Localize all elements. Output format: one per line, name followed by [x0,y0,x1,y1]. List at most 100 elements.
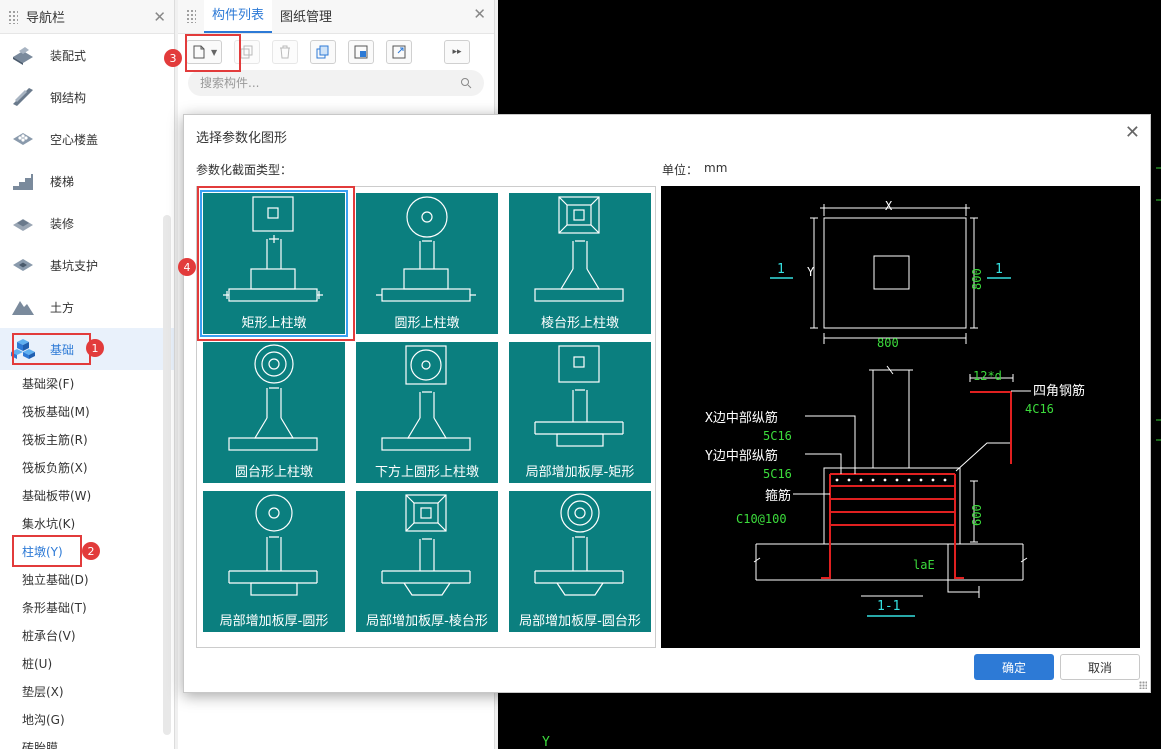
sub-item-strip-footing[interactable]: 条形基础(T) [0,594,174,622]
shape-tile-round-frustum-pier[interactable]: 圆台形上柱墩 [203,342,345,483]
step-badge-3: 3 [164,49,182,67]
shape-caption: 圆形上柱墩 [394,316,460,331]
shape-tile-round-pier[interactable]: 圆形上柱墩 [356,193,498,334]
nav-category-label: 装配式 [50,48,87,63]
section-mark-right: 1 [995,262,1003,277]
nav-category-hollow-slab[interactable]: 空心楼盖 [0,118,174,160]
shape-caption: 局部增加板厚-圆台形 [519,614,641,629]
nav-category-prefab[interactable]: 装配式 [0,34,174,76]
sub-item-pile[interactable]: 桩(U) [0,650,174,678]
sub-item-cushion[interactable]: 垫层(X) [0,678,174,706]
shape-tile-local-thick-round-frustum[interactable]: 局部增加板厚-圆台形 [509,491,651,632]
nav-category-label: 装修 [50,216,75,231]
sub-item-isolated-footing[interactable]: 独立基础(D) [0,566,174,594]
new-component-button[interactable]: ▼ [186,40,222,64]
export-icon [392,45,406,59]
trash-icon [280,45,290,59]
copy-icon [240,45,253,59]
unit-label: 单位： [662,163,699,177]
export-button[interactable] [386,40,412,64]
sub-item-sump-pit[interactable]: 集水坑(K) [0,510,174,538]
shape-tile-rect-pier[interactable]: 矩形上柱墩 [200,190,348,337]
resize-grip-icon[interactable] [1139,681,1147,689]
nav-category-decoration[interactable]: 装修 [0,202,174,244]
import-icon [354,45,368,59]
anchor-length-label: 12*d [973,369,1002,383]
sub-item-foundation-strip[interactable]: 基础板带(W) [0,482,174,510]
double-arrow-icon: ▸▸ [452,47,462,57]
x-rebar-value: 5C16 [763,429,792,443]
select-parametric-shape-dialog: 选择参数化图形 ✕ 参数化截面类型： 单位： mm 矩形上柱墩 圆形上柱墩 棱台… [178,114,1151,693]
more-button[interactable]: ▸▸ [444,40,470,64]
decoration-icon [10,212,36,234]
nav-category-pit-support[interactable]: 基坑支护 [0,244,174,286]
unit-value: mm [704,161,728,175]
shape-caption: 局部增加板厚-矩形 [525,465,635,480]
stairs-icon [10,170,36,192]
plan-dim-800-right: 800 [970,268,984,290]
cancel-button[interactable]: 取消 [1060,654,1140,680]
nav-category-label: 土方 [50,300,75,315]
sub-item-raft-main-rebar[interactable]: 筏板主筋(R) [0,426,174,454]
shape-tile-frustum-pier[interactable]: 棱台形上柱墩 [509,193,651,334]
tab-component-list[interactable]: 构件列表 [204,0,273,33]
delete-button[interactable] [272,40,298,64]
section-title: 1-1 [877,599,900,614]
plan-dim-800-bottom: 800 [877,336,899,350]
drag-grip-icon[interactable] [186,9,196,23]
nav-category-earthwork[interactable]: 土方 [0,286,174,328]
plan-outline [823,217,967,329]
stirrup-label: 箍筋 [765,488,791,504]
y-rebar-label: Y边中部纵筋 [705,448,778,464]
section-type-label: 参数化截面类型： [196,163,293,177]
stirrup-value: C10@100 [736,512,787,526]
axis-y-label: Y [542,735,550,749]
import-button[interactable] [348,40,374,64]
x-rebar-label: X边中部纵筋 [705,410,778,426]
sub-item-raft-foundation[interactable]: 筏板基础(M) [0,398,174,426]
dialog-close-icon[interactable]: ✕ [1125,122,1140,143]
shape-tile-local-thick-frustum[interactable]: 局部增加板厚-棱台形 [356,491,498,632]
sub-item-pile-cap[interactable]: 桩承台(V) [0,622,174,650]
dropdown-arrow-icon[interactable]: ▼ [211,48,217,57]
nav-category-stairs[interactable]: 楼梯 [0,160,174,202]
earthwork-icon [10,296,36,318]
nav-category-label: 基坑支护 [50,258,99,273]
search-box [188,70,484,96]
nav-category-label: 空心楼盖 [50,132,99,147]
duplicate-button[interactable] [310,40,336,64]
copy-button[interactable] [234,40,260,64]
sub-item-raft-neg-rebar[interactable]: 筏板负筋(X) [0,454,174,482]
nav-scrollbar[interactable] [163,215,171,735]
shape-tile-square-round-pier[interactable]: 下方上圆形上柱墩 [356,342,498,483]
shape-caption: 局部增加板厚-圆形 [219,614,329,629]
shape-tile-local-thick-round[interactable]: 局部增加板厚-圆形 [203,491,345,632]
canvas-edge-marks [1156,167,1161,441]
close-icon[interactable]: ✕ [473,5,486,23]
y-rebar-value: 5C16 [763,467,792,481]
tab-drawing-management[interactable]: 图纸管理 [272,6,340,33]
prefab-icon [10,44,36,66]
nav-category-steel[interactable]: 钢结构 [0,76,174,118]
drag-grip-icon[interactable] [8,9,18,24]
sub-item-trench[interactable]: 地沟(G) [0,706,174,734]
component-toolbar: ▼ ▸▸ [178,34,494,70]
nav-header: 导航栏 ✕ [0,0,174,34]
pit-support-icon [10,254,36,276]
corner-rebar-label: 四角钢筋 [1033,383,1085,399]
search-input[interactable] [200,76,460,90]
plan-dim-x: X [885,199,893,213]
sub-item-foundation-beam[interactable]: 基础梁(F) [0,370,174,398]
close-icon[interactable]: ✕ [153,8,166,26]
shape-tile-local-thick-rect[interactable]: 局部增加板厚-矩形 [509,342,651,483]
shape-grid: 矩形上柱墩 圆形上柱墩 棱台形上柱墩 圆台形上柱墩 下方上圆形上柱墩 局部增加板… [196,186,656,648]
shape-caption: 局部增加板厚-棱台形 [366,614,488,629]
plan-column [873,255,910,290]
dialog-title: 选择参数化图形 [196,131,288,146]
sub-item-brick-mold[interactable]: 砖胎膜 [0,734,174,749]
plan-dim-y: Y [807,265,815,279]
step-badge-1: 1 [86,339,104,357]
confirm-button[interactable]: 确定 [974,654,1054,680]
search-icon[interactable] [460,77,472,89]
new-file-icon [193,45,205,59]
